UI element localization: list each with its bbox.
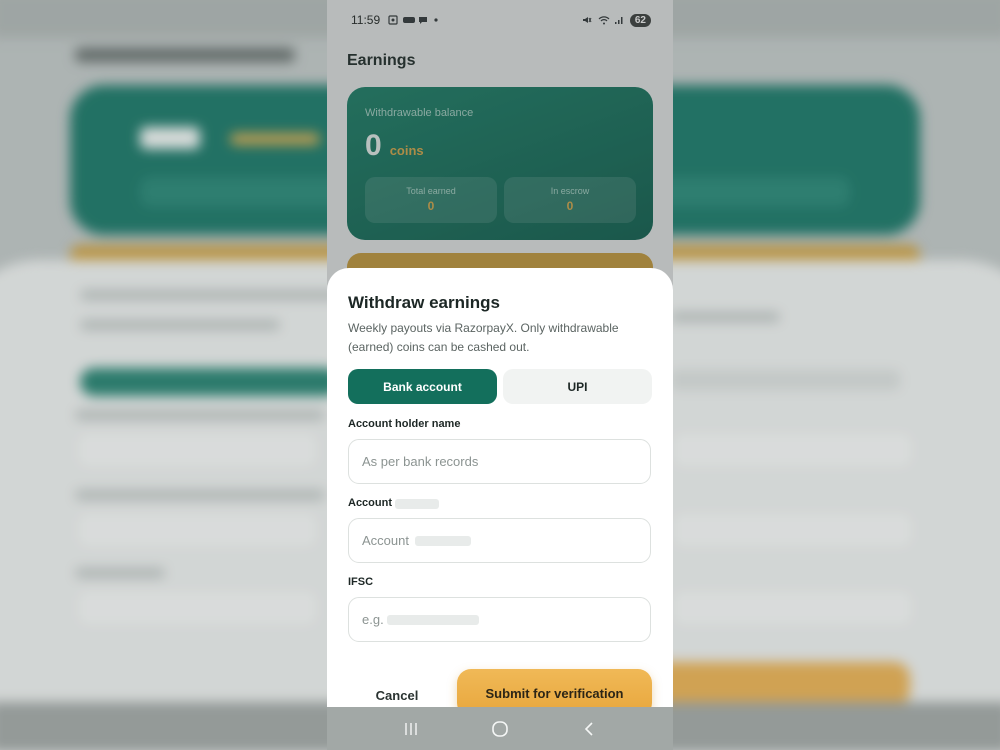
ifsc-label: IFSC <box>348 576 374 588</box>
redacted-label-text <box>395 499 439 509</box>
navigation-bar <box>327 707 673 750</box>
home-icon[interactable] <box>480 709 520 749</box>
tab-bank-account[interactable]: Bank account <box>348 369 497 404</box>
account-number-input[interactable] <box>348 518 651 563</box>
back-icon[interactable] <box>569 709 609 749</box>
withdraw-sheet: Withdraw earnings Weekly payouts via Raz… <box>327 268 673 750</box>
redacted-ifsc-example <box>387 615 479 625</box>
account-holder-input[interactable] <box>348 439 651 484</box>
phone-screen: 11:59 62 Earnings Withdrawable balance 0… <box>327 0 673 750</box>
account-label: Account <box>348 497 392 509</box>
sheet-subtitle: Weekly payouts via RazorpayX. Only withd… <box>348 321 619 354</box>
account-holder-label: Account holder name <box>348 418 461 430</box>
redacted-placeholder-text <box>415 536 471 546</box>
recents-icon[interactable] <box>391 709 431 749</box>
tab-upi[interactable]: UPI <box>503 369 652 404</box>
sheet-title: Withdraw earnings <box>348 293 500 312</box>
payout-method-tabs: Bank account UPI <box>348 369 652 404</box>
